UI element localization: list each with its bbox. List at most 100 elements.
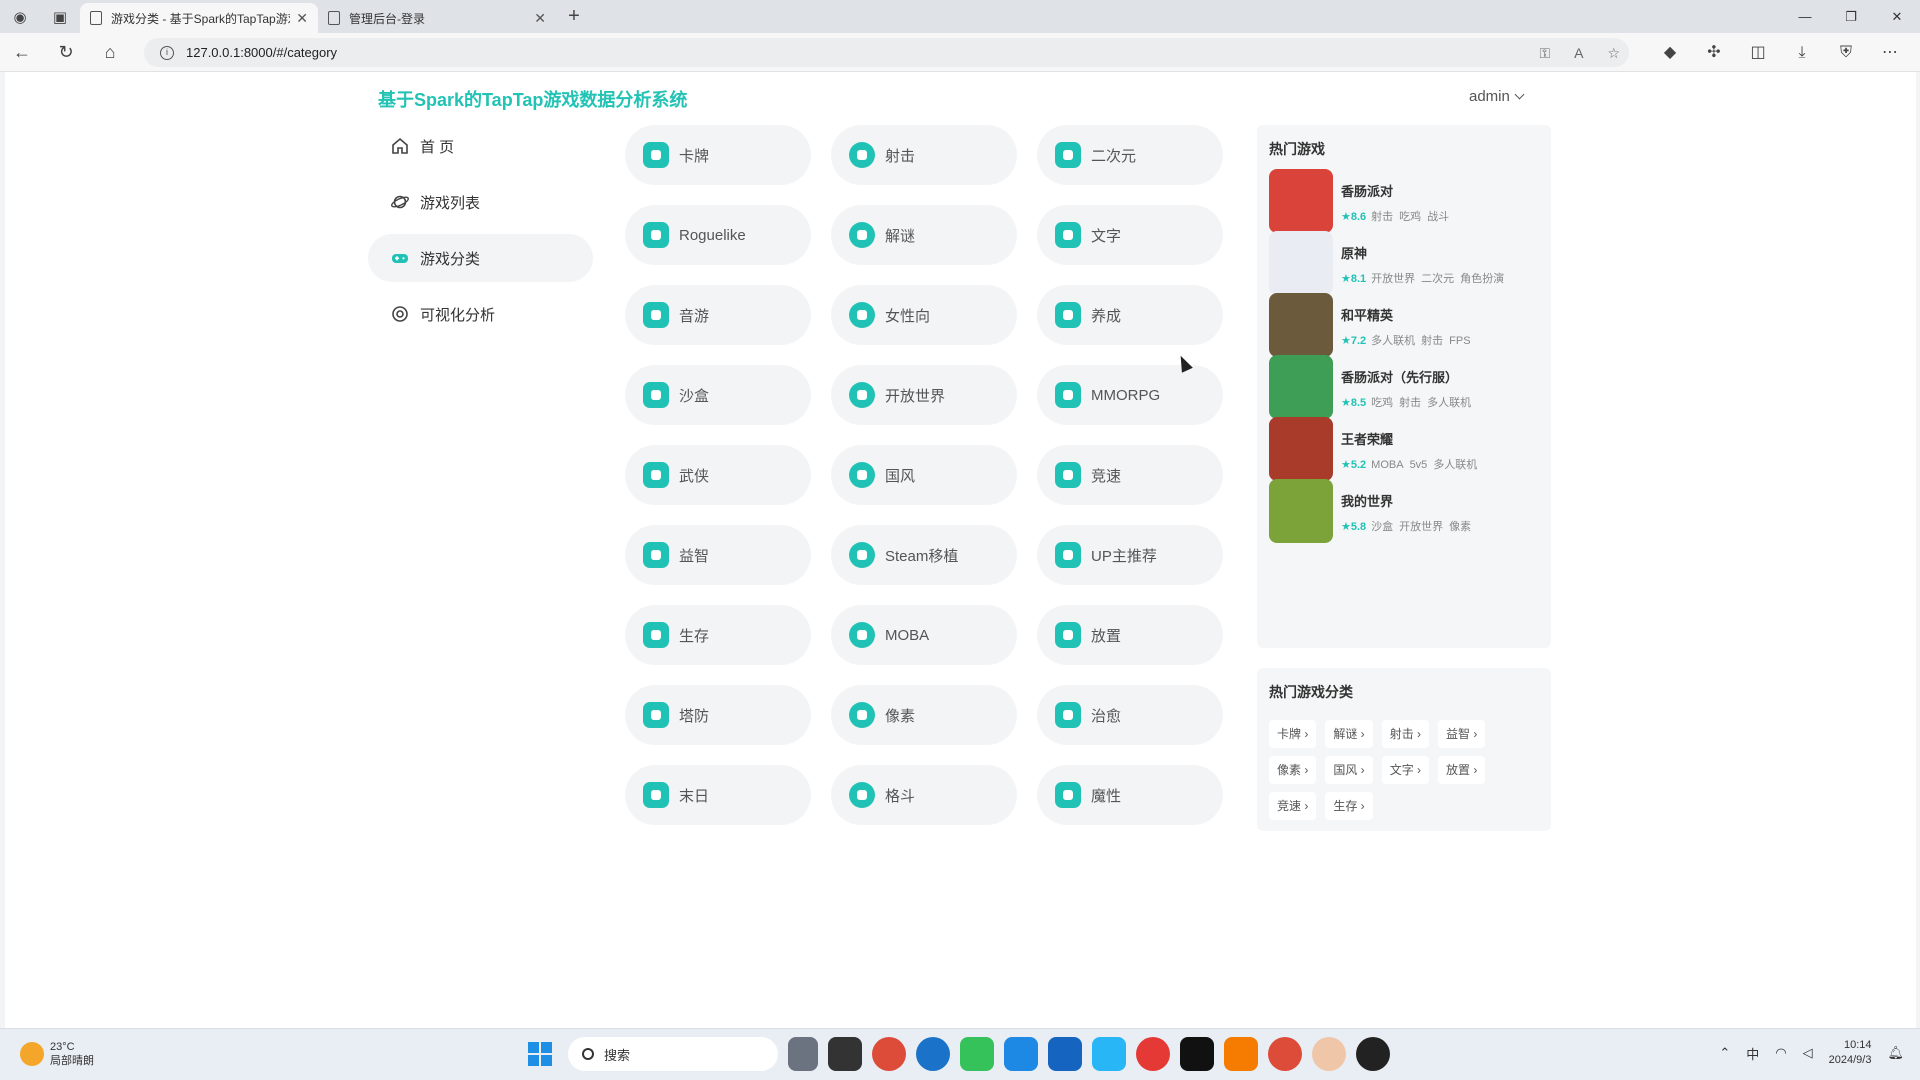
hot-category-chip[interactable]: 射击 › xyxy=(1381,720,1430,748)
category-item[interactable]: MMORPG xyxy=(1037,365,1223,425)
refresh-icon[interactable]: ↻ xyxy=(44,42,88,63)
read-aloud-icon[interactable]: A xyxy=(1574,45,1583,62)
sidebar-item-visual-analysis[interactable]: 可视化分析 xyxy=(368,290,593,338)
category-item[interactable]: 治愈 xyxy=(1037,685,1223,745)
restore-icon[interactable]: ❐ xyxy=(1828,0,1874,33)
hot-category-chip[interactable]: 生存 › xyxy=(1325,792,1373,820)
hot-category-chip[interactable]: 文字 › xyxy=(1381,756,1430,784)
game-name[interactable]: 王者荣耀 xyxy=(1341,429,1393,448)
wechat-icon[interactable] xyxy=(960,1037,994,1071)
app-bird-icon[interactable] xyxy=(1092,1037,1126,1071)
category-item[interactable]: 放置 xyxy=(1037,605,1223,665)
file-explorer-icon[interactable] xyxy=(788,1037,818,1071)
category-item[interactable]: 益智 xyxy=(625,525,811,585)
split-view-icon[interactable]: ◫ xyxy=(1736,40,1780,65)
game-cover-image[interactable] xyxy=(1269,231,1333,295)
sidebar-item-home[interactable]: 首 页 xyxy=(368,122,593,170)
category-item[interactable]: 沙盒 xyxy=(625,365,811,425)
hot-game-item[interactable]: 原神 ★8.1 开放世界 二次元 角色扮演 xyxy=(1269,231,1544,297)
extension-icon[interactable]: ◆ xyxy=(1648,40,1692,65)
workspaces-icon[interactable]: ▣ xyxy=(40,0,80,33)
url-field[interactable]: i 127.0.0.1:8000/#/category xyxy=(144,38,1629,67)
game-name[interactable]: 和平精英 xyxy=(1341,305,1393,324)
chrome-icon[interactable] xyxy=(872,1037,906,1071)
app-arrow-icon[interactable] xyxy=(1048,1037,1082,1071)
more-icon[interactable]: ⋯ xyxy=(1868,40,1912,65)
chrome-alt-icon[interactable] xyxy=(1268,1037,1302,1071)
hot-category-chip[interactable]: 放置 › xyxy=(1438,756,1486,784)
weather-widget[interactable]: 23°C 局部晴朗 xyxy=(20,1040,94,1068)
hot-category-chip[interactable]: 益智 › xyxy=(1438,720,1486,748)
hot-category-chip[interactable]: 国风 › xyxy=(1325,756,1373,784)
notification-bell-icon[interactable]: 🔔︎ xyxy=(1887,1045,1904,1061)
profile-icon[interactable]: ◉ xyxy=(0,0,40,33)
hot-game-item[interactable]: 和平精英 ★7.2 多人联机 射击 FPS xyxy=(1269,293,1544,359)
key-icon[interactable]: ⚿ xyxy=(1539,45,1550,62)
ime-indicator[interactable]: 中 xyxy=(1746,1044,1759,1063)
game-name[interactable]: 原神 xyxy=(1341,243,1367,262)
tab-category[interactable]: 游戏分类 - 基于Spark的TapTap游戏 ✕ xyxy=(80,3,318,33)
game-cover-image[interactable] xyxy=(1269,355,1333,419)
taskbar-search[interactable]: 搜索 xyxy=(568,1037,778,1071)
category-item[interactable]: 国风 xyxy=(831,445,1017,505)
category-item[interactable]: 武侠 xyxy=(625,445,811,505)
category-item[interactable]: 开放世界 xyxy=(831,365,1017,425)
hot-category-chip[interactable]: 竞速 › xyxy=(1269,792,1317,820)
category-item[interactable]: 生存 xyxy=(625,605,811,665)
category-item[interactable]: Steam移植 xyxy=(831,525,1017,585)
category-item[interactable]: MOBA xyxy=(831,605,1017,665)
avatar-app-icon[interactable] xyxy=(1312,1037,1346,1071)
user-menu[interactable]: admin xyxy=(1469,88,1525,105)
shield-icon[interactable]: ⛨ xyxy=(1824,40,1868,65)
game-cover-image[interactable] xyxy=(1269,479,1333,543)
home-nav-icon[interactable]: ⌂ xyxy=(88,42,132,63)
hot-game-item[interactable]: 王者荣耀 ★5.2 MOBA 5v5 多人联机 xyxy=(1269,417,1544,483)
favorite-star-icon[interactable]: ☆ xyxy=(1607,45,1620,62)
game-name[interactable]: 香肠派对 xyxy=(1341,181,1393,200)
minimize-icon[interactable]: — xyxy=(1782,0,1828,33)
game-cover-image[interactable] xyxy=(1269,417,1333,481)
sidebar-item-game-list[interactable]: 游戏列表 xyxy=(368,178,593,226)
close-window-icon[interactable]: ✕ xyxy=(1874,0,1920,33)
category-item[interactable]: 像素 xyxy=(831,685,1017,745)
hot-category-chip[interactable]: 解谜 › xyxy=(1325,720,1373,748)
app-orange-icon[interactable] xyxy=(1224,1037,1258,1071)
edge-icon[interactable] xyxy=(916,1037,950,1071)
download-icon[interactable]: ⤓ xyxy=(1780,40,1824,65)
hot-category-chip[interactable]: 卡牌 › xyxy=(1269,720,1317,748)
category-item[interactable]: 塔防 xyxy=(625,685,811,745)
category-item[interactable]: Roguelike xyxy=(625,205,811,265)
category-item[interactable]: 女性向 xyxy=(831,285,1017,345)
category-item[interactable]: 魔性 xyxy=(1037,765,1223,825)
back-icon[interactable]: ← xyxy=(0,42,44,63)
game-cover-image[interactable] xyxy=(1269,169,1333,233)
category-item[interactable]: 竞速 xyxy=(1037,445,1223,505)
category-item[interactable]: 音游 xyxy=(625,285,811,345)
category-item[interactable]: UP主推荐 xyxy=(1037,525,1223,585)
puzzle-icon[interactable]: ✣ xyxy=(1692,40,1736,65)
game-cover-image[interactable] xyxy=(1269,293,1333,357)
category-item[interactable]: 解谜 xyxy=(831,205,1017,265)
info-icon[interactable]: i xyxy=(160,45,174,60)
category-item[interactable]: 二次元 xyxy=(1037,125,1223,185)
volume-icon[interactable]: ◁ xyxy=(1803,1045,1813,1061)
new-tab-button[interactable]: + xyxy=(556,5,592,28)
netease-music-icon[interactable] xyxy=(1136,1037,1170,1071)
site-title[interactable]: 基于Spark的TapTap游戏数据分析系统 xyxy=(378,86,687,112)
category-item[interactable]: 末日 xyxy=(625,765,811,825)
chevron-up-icon[interactable]: ⌃ xyxy=(1719,1045,1730,1061)
game-name[interactable]: 香肠派对（先行服） xyxy=(1341,367,1458,386)
hot-game-item[interactable]: 香肠派对（先行服） ★8.5 吃鸡 射击 多人联机 xyxy=(1269,355,1544,421)
vscode-icon[interactable] xyxy=(1004,1037,1038,1071)
app-dark-icon[interactable] xyxy=(1356,1037,1390,1071)
hot-game-item[interactable]: 香肠派对 ★8.6 射击 吃鸡 战斗 xyxy=(1269,169,1544,235)
jetbrains-icon[interactable] xyxy=(1180,1037,1214,1071)
hot-category-chip[interactable]: 像素 › xyxy=(1269,756,1317,784)
category-item[interactable]: 射击 xyxy=(831,125,1017,185)
hot-game-item[interactable]: 我的世界 ★5.8 沙盒 开放世界 像素 xyxy=(1269,479,1544,545)
wifi-icon[interactable]: ◠ xyxy=(1775,1045,1786,1061)
game-name[interactable]: 我的世界 xyxy=(1341,491,1393,510)
windows-start-icon[interactable] xyxy=(528,1042,552,1066)
category-item[interactable]: 养成 xyxy=(1037,285,1223,345)
sidebar-item-game-category[interactable]: 游戏分类 xyxy=(368,234,593,282)
